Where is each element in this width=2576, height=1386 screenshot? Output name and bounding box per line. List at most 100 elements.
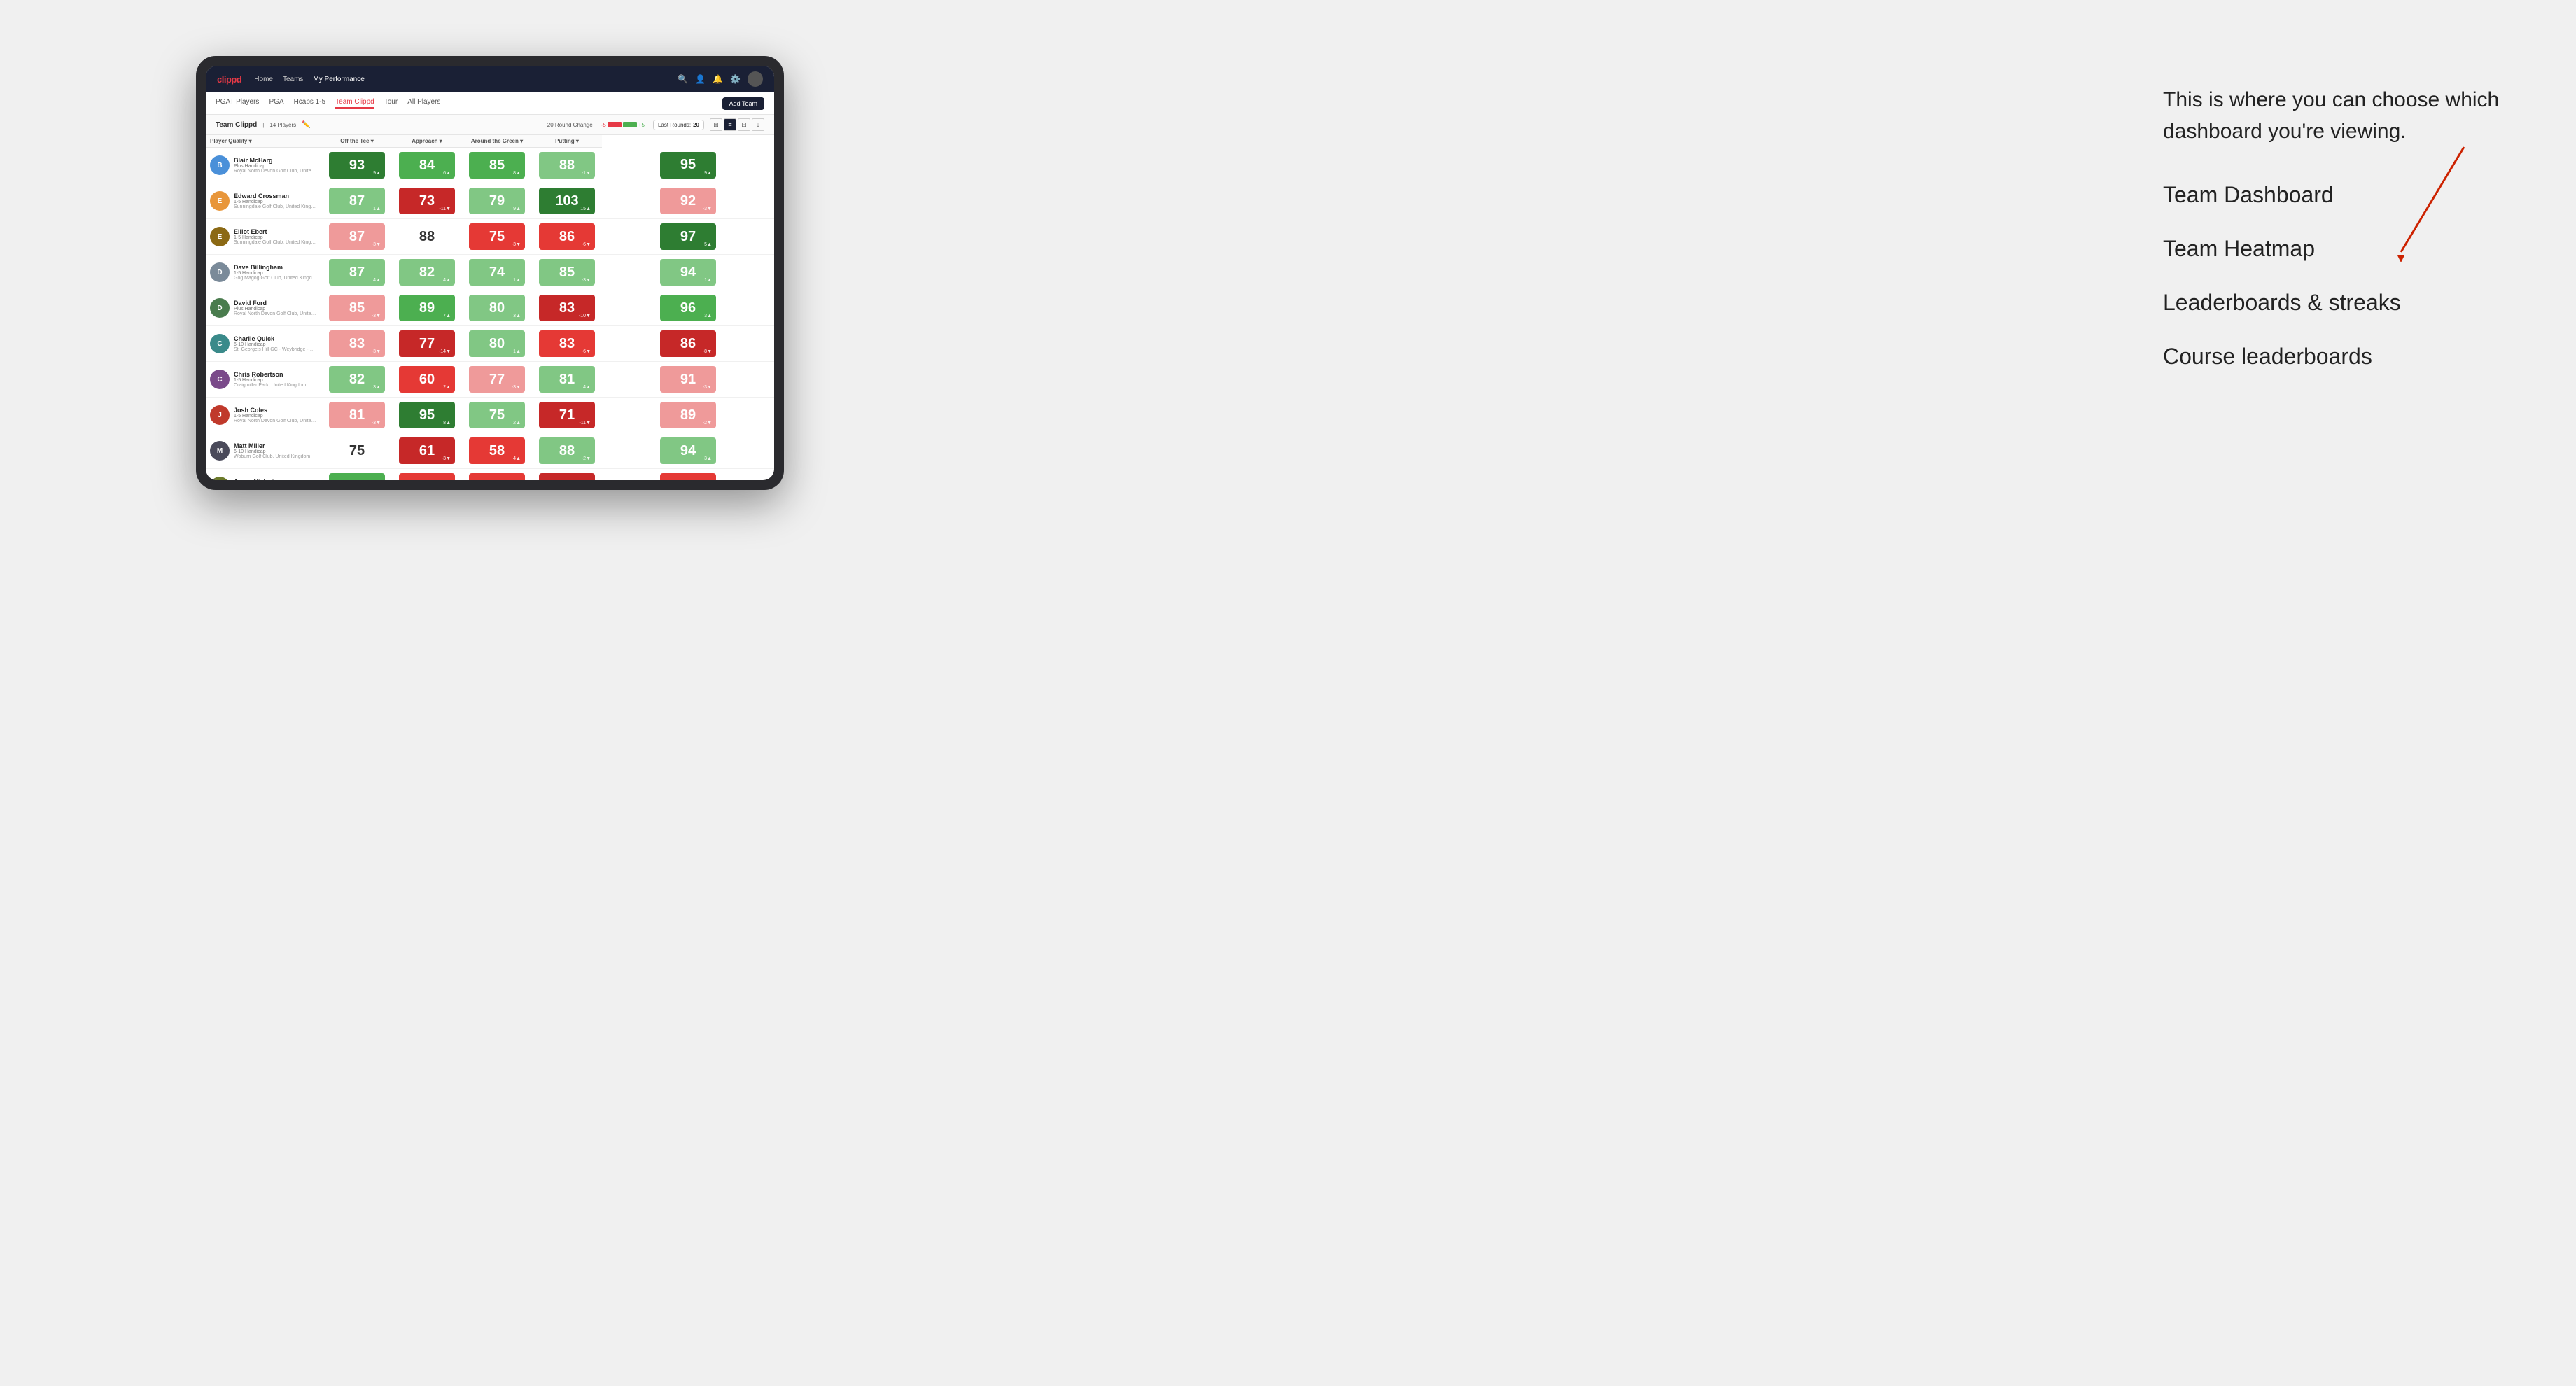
score-value-1-3: 103 bbox=[555, 193, 578, 209]
table-row: D Dave Billingham 1-5 Handicap Gog Magog… bbox=[206, 255, 774, 290]
score-change-2-3: -6▼ bbox=[582, 242, 591, 247]
score-box-4-1: 89 7▲ bbox=[399, 295, 455, 321]
score-cell-3-1: 82 4▲ bbox=[392, 255, 462, 290]
player-count: 14 Players bbox=[270, 122, 296, 128]
subnav-all-players[interactable]: All Players bbox=[407, 98, 440, 108]
score-cell-9-2: 58 10▲ bbox=[462, 469, 532, 481]
score-cell-8-1: 61 -3▼ bbox=[392, 433, 462, 469]
annotation-intro: This is where you can choose which dashb… bbox=[2163, 84, 2555, 147]
score-value-5-3: 83 bbox=[559, 336, 575, 352]
score-change-8-1: -3▼ bbox=[442, 456, 451, 461]
score-value-8-1: 61 bbox=[419, 443, 435, 459]
logo: clippd bbox=[217, 74, 241, 85]
col-around-green[interactable]: Around the Green ▾ bbox=[462, 135, 532, 148]
subnav-hcaps[interactable]: Hcaps 1-5 bbox=[294, 98, 326, 108]
score-cell-5-0: 83 -3▼ bbox=[322, 326, 392, 362]
score-value-7-4: 89 bbox=[680, 407, 696, 424]
score-change-4-4: 3▲ bbox=[704, 314, 712, 318]
player-handicap-2: 1-5 Handicap bbox=[234, 235, 318, 240]
player-name-6: Chris Robertson bbox=[234, 371, 306, 378]
score-value-3-2: 74 bbox=[489, 265, 505, 281]
last-rounds-button[interactable]: Last Rounds: 20 bbox=[653, 120, 704, 130]
player-cell-0[interactable]: B Blair McHarg Plus Handicap Royal North… bbox=[206, 148, 322, 183]
subnav-tour[interactable]: Tour bbox=[384, 98, 398, 108]
col-off-tee[interactable]: Off the Tee ▾ bbox=[322, 135, 392, 148]
subnav-pgat[interactable]: PGAT Players bbox=[216, 98, 259, 108]
col-approach[interactable]: Approach ▾ bbox=[392, 135, 462, 148]
settings-icon[interactable]: ⚙️ bbox=[730, 74, 741, 84]
annotation-item-3: Leaderboards & streaks bbox=[2163, 290, 2555, 316]
player-cell-6[interactable]: C Chris Robertson 1-5 Handicap Craigmill… bbox=[206, 362, 322, 398]
list-view-icon[interactable]: ≡ bbox=[724, 118, 736, 131]
player-avatar-2: E bbox=[210, 227, 230, 246]
player-name-8: Matt Miller bbox=[234, 442, 310, 449]
score-change-7-4: -2▼ bbox=[703, 421, 712, 426]
subnav-pga[interactable]: PGA bbox=[269, 98, 284, 108]
score-box-2-2: 75 -3▼ bbox=[469, 223, 525, 250]
score-value-0-0: 93 bbox=[349, 158, 365, 174]
score-box-7-2: 75 2▲ bbox=[469, 402, 525, 428]
score-box-5-4: 86 -8▼ bbox=[660, 330, 716, 357]
score-box-7-0: 81 -3▼ bbox=[329, 402, 385, 428]
score-value-9-3: 84 bbox=[559, 479, 575, 481]
tablet-screen: clippd Home Teams My Performance 🔍 👤 🔔 ⚙… bbox=[206, 66, 774, 480]
score-value-1-1: 73 bbox=[419, 193, 435, 209]
score-cell-1-1: 73 -11▼ bbox=[392, 183, 462, 219]
score-cell-9-1: 60 -1▼ bbox=[392, 469, 462, 481]
player-cell-2[interactable]: E Elliot Ebert 1-5 Handicap Sunningdale … bbox=[206, 219, 322, 255]
player-info-7: Josh Coles 1-5 Handicap Royal North Devo… bbox=[234, 407, 318, 424]
score-box-3-3: 85 -3▼ bbox=[539, 259, 595, 286]
score-value-3-1: 82 bbox=[419, 265, 435, 281]
score-box-4-3: 83 -10▼ bbox=[539, 295, 595, 321]
nav-teams[interactable]: Teams bbox=[283, 76, 303, 83]
score-change-7-3: -11▼ bbox=[579, 421, 591, 426]
player-handicap-3: 1-5 Handicap bbox=[234, 271, 318, 276]
col-putting[interactable]: Putting ▾ bbox=[532, 135, 602, 148]
score-value-4-0: 85 bbox=[349, 300, 365, 316]
avatar[interactable] bbox=[748, 71, 763, 87]
player-cell-9[interactable]: A Aaron Nicholls 11-15 Handicap Drift Go… bbox=[206, 469, 322, 481]
score-value-5-0: 83 bbox=[349, 336, 365, 352]
add-team-button[interactable]: Add Team bbox=[722, 97, 764, 110]
table-row: D David Ford Plus Handicap Royal North D… bbox=[206, 290, 774, 326]
score-value-7-0: 81 bbox=[349, 407, 365, 424]
player-cell-5[interactable]: C Charlie Quick 6-10 Handicap St. George… bbox=[206, 326, 322, 362]
score-change-3-4: 1▲ bbox=[704, 278, 712, 283]
player-club-8: Woburn Golf Club, United Kingdom bbox=[234, 454, 310, 459]
chart-view-icon[interactable]: ⊟ bbox=[738, 118, 750, 131]
player-cell-7[interactable]: J Josh Coles 1-5 Handicap Royal North De… bbox=[206, 398, 322, 433]
bell-icon[interactable]: 🔔 bbox=[713, 74, 723, 84]
search-icon[interactable]: 🔍 bbox=[678, 74, 688, 84]
subnav-team-clippd[interactable]: Team Clippd bbox=[335, 98, 374, 108]
score-cell-0-3: 88 -1▼ bbox=[532, 148, 602, 183]
nav-icons: 🔍 👤 🔔 ⚙️ bbox=[678, 71, 763, 87]
player-handicap-1: 1-5 Handicap bbox=[234, 200, 318, 204]
score-box-2-4: 97 5▲ bbox=[660, 223, 716, 250]
nav-home[interactable]: Home bbox=[254, 76, 273, 83]
score-box-3-2: 74 1▲ bbox=[469, 259, 525, 286]
edit-icon[interactable]: ✏️ bbox=[302, 121, 310, 129]
score-change-3-3: -3▼ bbox=[582, 278, 591, 283]
score-cell-2-3: 86 -6▼ bbox=[532, 219, 602, 255]
score-cell-1-2: 79 9▲ bbox=[462, 183, 532, 219]
player-cell-1[interactable]: E Edward Crossman 1-5 Handicap Sunningda… bbox=[206, 183, 322, 219]
nav-my-performance[interactable]: My Performance bbox=[313, 76, 364, 83]
score-change-1-2: 9▲ bbox=[513, 206, 521, 211]
player-info-0: Blair McHarg Plus Handicap Royal North D… bbox=[234, 157, 318, 174]
player-cell-4[interactable]: D David Ford Plus Handicap Royal North D… bbox=[206, 290, 322, 326]
score-value-6-4: 91 bbox=[680, 372, 696, 388]
download-icon[interactable]: ↓ bbox=[752, 118, 764, 131]
score-box-9-1: 60 -1▼ bbox=[399, 473, 455, 480]
score-box-7-3: 71 -11▼ bbox=[539, 402, 595, 428]
score-cell-8-3: 88 -2▼ bbox=[532, 433, 602, 469]
user-icon[interactable]: 👤 bbox=[695, 74, 706, 84]
score-box-1-3: 103 15▲ bbox=[539, 188, 595, 214]
player-cell-3[interactable]: D Dave Billingham 1-5 Handicap Gog Magog… bbox=[206, 255, 322, 290]
player-cell-8[interactable]: M Matt Miller 6-10 Handicap Woburn Golf … bbox=[206, 433, 322, 469]
grid-view-icon[interactable]: ⊞ bbox=[710, 118, 722, 131]
player-avatar-8: M bbox=[210, 441, 230, 461]
sub-nav-links: PGAT Players PGA Hcaps 1-5 Team Clippd T… bbox=[216, 98, 440, 108]
player-name-0: Blair McHarg bbox=[234, 157, 318, 164]
col-player-quality[interactable]: Player Quality ▾ bbox=[206, 135, 322, 148]
score-value-1-0: 87 bbox=[349, 193, 365, 209]
